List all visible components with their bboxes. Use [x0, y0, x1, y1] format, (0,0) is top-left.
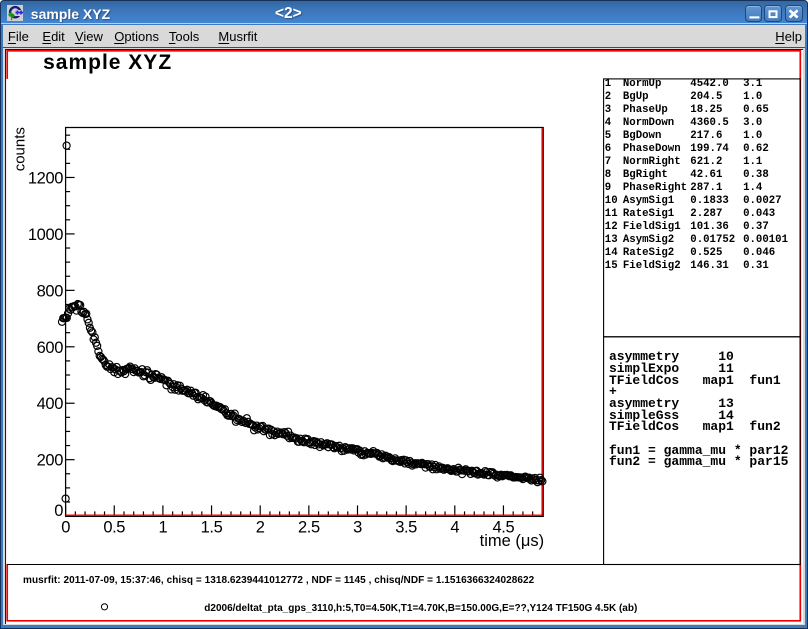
svg-text:200: 200	[37, 452, 64, 470]
svg-text:2.5: 2.5	[298, 518, 320, 536]
svg-text:0.5: 0.5	[103, 518, 125, 536]
svg-text:1: 1	[159, 518, 168, 536]
svg-text:time (μs): time (μs)	[480, 532, 545, 550]
svg-text:0: 0	[61, 518, 70, 536]
svg-text:3: 3	[353, 518, 362, 536]
svg-text:1200: 1200	[28, 170, 63, 188]
svg-text:3.5: 3.5	[395, 518, 417, 536]
svg-text:counts: counts	[12, 127, 29, 171]
svg-text:1000: 1000	[28, 226, 63, 244]
svg-text:2: 2	[256, 518, 265, 536]
svg-text:800: 800	[37, 282, 64, 300]
svg-text:4: 4	[450, 518, 459, 536]
svg-text:600: 600	[37, 339, 64, 357]
svg-text:0: 0	[54, 502, 63, 520]
svg-text:1.5: 1.5	[201, 518, 223, 536]
svg-text:400: 400	[37, 395, 64, 413]
